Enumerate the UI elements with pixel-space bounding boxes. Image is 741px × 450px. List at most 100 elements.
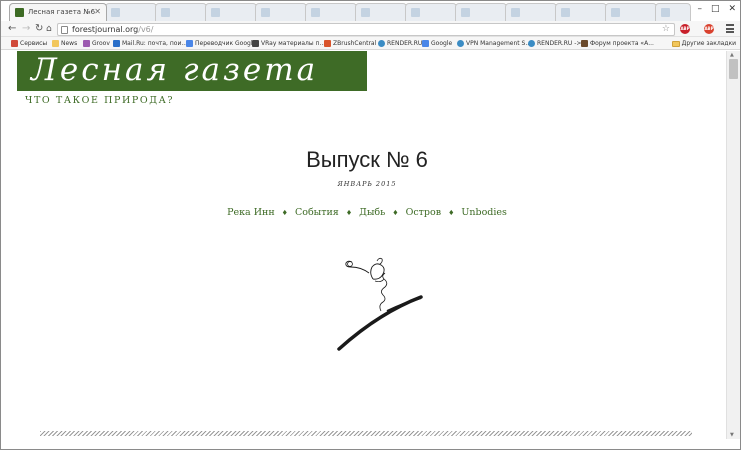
page-icon: [61, 26, 68, 34]
home-icon[interactable]: ⌂: [46, 23, 52, 35]
browser-window: Лесная газета №6 ✕ – □ ✕ ← → ↻ ⌂ forestj…: [0, 0, 741, 450]
tab[interactable]: [505, 3, 557, 21]
tab[interactable]: [455, 3, 507, 21]
render-icon: [378, 40, 385, 47]
nav-link-unbodies[interactable]: Unbodies: [461, 207, 507, 218]
tab[interactable]: [105, 3, 157, 21]
render-icon: [528, 40, 535, 47]
bookmark-mailru[interactable]: Mail.Ru: почта, пои...: [113, 40, 187, 47]
bookmark-groov[interactable]: Groov: [83, 40, 110, 47]
bookmark-render[interactable]: RENDER.RU: [378, 40, 422, 47]
scroll-down-arrow-icon[interactable]: ▼: [730, 432, 734, 438]
bookmark-label: RENDER.RU: [387, 40, 423, 47]
bookmark-label: Google: [431, 40, 453, 47]
nav-link-events[interactable]: События: [295, 207, 339, 218]
apps-icon: [11, 40, 18, 47]
bookmark-vpn[interactable]: VPN Management S...: [457, 40, 531, 47]
nav-separator: ♦: [281, 209, 288, 217]
window-controls: – □ ✕: [697, 4, 736, 14]
vpn-icon: [457, 40, 464, 47]
browser-toolbar: ← → ↻ ⌂ forestjournal.org/v6/ ☆ ABP ABP: [1, 21, 740, 37]
tab-active[interactable]: Лесная газета №6 ✕: [9, 3, 107, 21]
bookmark-forum[interactable]: Форум проекта «А...: [581, 40, 654, 47]
favicon-icon: [561, 8, 570, 17]
bookmark-label: ZBrushCentral: [333, 40, 377, 47]
favicon-icon: [461, 8, 470, 17]
favicon-icon: [361, 8, 370, 17]
tab[interactable]: [605, 3, 657, 21]
site-title[interactable]: Лесная газета: [31, 52, 318, 88]
address-bar[interactable]: forestjournal.org/v6/ ☆: [57, 23, 675, 36]
maximize-icon[interactable]: □: [711, 4, 720, 14]
bookmark-render-2[interactable]: RENDER.RU ->: [528, 40, 581, 47]
bookmark-news[interactable]: News: [52, 40, 77, 47]
favicon-icon: [661, 8, 670, 17]
url-host: forestjournal.org: [72, 25, 139, 34]
favicon-icon: [211, 8, 220, 17]
bookmarks-bar: Сервисы News Groov Mail.Ru: почта, пои..…: [1, 37, 740, 50]
scrollbar-thumb[interactable]: [729, 59, 738, 79]
menu-icon[interactable]: [726, 24, 734, 33]
translate-icon: [186, 40, 193, 47]
nav-link-inn[interactable]: Река Инн: [227, 207, 275, 218]
site-tagline: ЧТО ТАКОЕ ПРИРОДА?: [25, 95, 175, 106]
bookmark-zbrush[interactable]: ZBrushCentral: [324, 40, 376, 47]
adblock-icon[interactable]: ABP: [704, 24, 714, 34]
favicon-icon: [111, 8, 120, 17]
tab[interactable]: [655, 3, 691, 21]
minimize-icon[interactable]: –: [697, 4, 702, 14]
close-icon[interactable]: ✕: [94, 7, 101, 16]
favicon-icon: [411, 8, 420, 17]
back-icon[interactable]: ←: [8, 23, 16, 35]
tab[interactable]: [255, 3, 307, 21]
vertical-scrollbar[interactable]: ▲ ▼: [726, 51, 740, 439]
mailru-icon: [113, 40, 120, 47]
scroll-up-arrow-icon[interactable]: ▲: [730, 52, 734, 58]
other-bookmarks[interactable]: Другие закладки: [671, 40, 736, 47]
forum-icon: [581, 40, 588, 47]
folder-icon: [671, 40, 680, 47]
bookmark-label: RENDER.RU ->: [537, 40, 582, 47]
url-path: /v6/: [138, 25, 154, 34]
tab-strip: Лесная газета №6 ✕ – □ ✕: [1, 1, 740, 21]
tab[interactable]: [355, 3, 407, 21]
bookmark-label: Groov: [92, 40, 110, 47]
bookmark-label: Форум проекта «А...: [590, 40, 654, 47]
abp-icon[interactable]: ABP: [680, 24, 690, 34]
tab[interactable]: [555, 3, 607, 21]
bookmark-services[interactable]: Сервисы: [11, 40, 47, 47]
tab[interactable]: [155, 3, 207, 21]
close-window-icon[interactable]: ✕: [728, 4, 736, 14]
issue-date: ЯНВАРЬ 2015: [337, 180, 397, 188]
tab-title: Лесная газета №6: [28, 8, 96, 16]
favicon-icon: [261, 8, 270, 17]
nav-link-island[interactable]: Остров: [406, 207, 442, 218]
hatched-divider: [40, 431, 692, 436]
nav-link-dyb[interactable]: Дыбь: [359, 207, 385, 218]
reload-icon[interactable]: ↻: [35, 23, 43, 35]
vray-icon: [252, 40, 259, 47]
issue-nav: Река Инн ♦ События ♦ Дыбь ♦ Остров ♦ Unbodies: [9, 207, 725, 218]
groov-icon: [83, 40, 90, 47]
folder-icon: [52, 40, 59, 47]
google-icon: [422, 40, 429, 47]
bookmark-label: Mail.Ru: почта, пои...: [122, 40, 188, 47]
nav-separator: ♦: [345, 209, 353, 217]
forward-icon[interactable]: →: [22, 23, 30, 35]
other-bookmarks-label: Другие закладки: [681, 40, 736, 47]
nav-separator: ♦: [392, 209, 399, 217]
favicon-icon: [511, 8, 520, 17]
tab[interactable]: [405, 3, 457, 21]
favicon-icon: [611, 8, 620, 17]
issue-title: Выпуск № 6: [306, 147, 428, 172]
zbrush-icon: [324, 40, 331, 47]
star-icon[interactable]: ☆: [662, 24, 670, 35]
tab[interactable]: [305, 3, 357, 21]
bookmark-vray[interactable]: VRay материалы п...: [252, 40, 325, 47]
tab[interactable]: [205, 3, 257, 21]
bookmark-label: VRay материалы п...: [261, 40, 326, 47]
ink-drawing-illustration: [337, 257, 423, 351]
masthead[interactable]: Лесная газета: [17, 51, 367, 91]
bookmark-translate[interactable]: Переводчик Google: [186, 40, 256, 47]
bookmark-google[interactable]: Google: [422, 40, 452, 47]
